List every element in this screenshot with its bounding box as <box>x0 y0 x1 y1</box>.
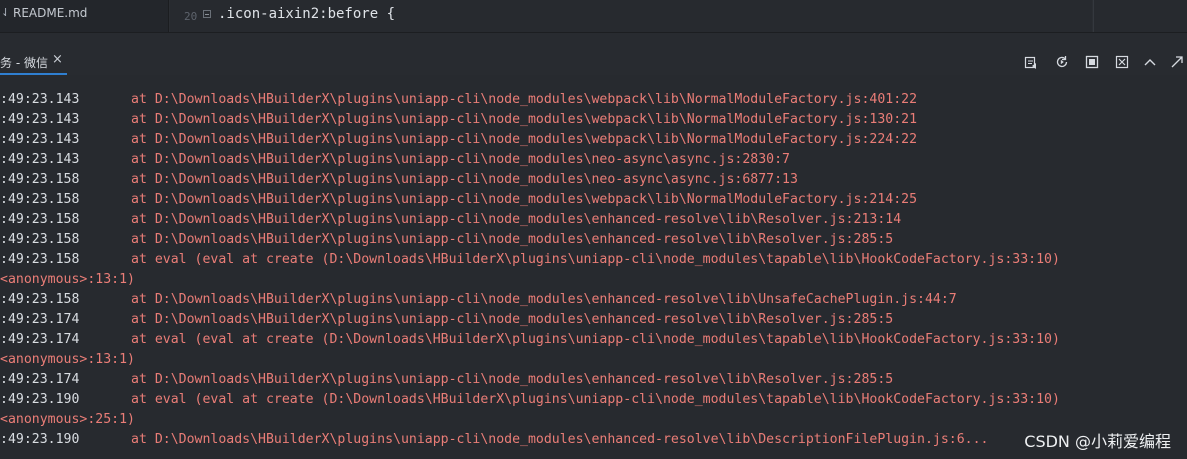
close-icon[interactable]: × <box>52 52 63 67</box>
file-tab-readme[interactable]: ⇃ README.md <box>0 0 169 32</box>
log-continuation-line: <anonymous>:13:1) <box>0 350 1187 370</box>
log-message: at D:\Downloads\HBuilderX\plugins\uniapp… <box>131 432 989 447</box>
collapse-icon[interactable] <box>1143 55 1157 69</box>
log-line: :49:23.158 at D:\Downloads\HBuilderX\plug… <box>0 170 1187 190</box>
log-timestamp: :49:23.158 <box>0 192 80 207</box>
log-line: :49:23.158 at eval (eval at create (D:\Do… <box>0 250 1187 270</box>
log-message: at D:\Downloads\HBuilderX\plugins\uniapp… <box>131 372 894 387</box>
log-line: :49:23.158 at D:\Downloads\HBuilderX\plug… <box>0 210 1187 230</box>
log-line: :49:23.190 at D:\Downloads\HBuilderX\plug… <box>0 430 1187 450</box>
log-line: :49:23.174 at eval (eval at create (D:\Do… <box>0 330 1187 350</box>
log-message: at D:\Downloads\HBuilderX\plugins\uniapp… <box>131 172 798 187</box>
log-line: :49:23.143 at D:\Downloads\HBuilderX\plug… <box>0 130 1187 150</box>
log-timestamp: :49:23.174 <box>0 332 80 347</box>
clear-icon[interactable] <box>1115 55 1129 69</box>
log-line: :49:23.158 at D:\Downloads\HBuilderX\plug… <box>0 190 1187 210</box>
arrow-icon: ⇃ <box>1 6 11 19</box>
log-message: at D:\Downloads\HBuilderX\plugins\uniapp… <box>131 192 918 207</box>
log-timestamp: :49:23.158 <box>0 252 80 267</box>
log-timestamp: :49:23.190 <box>0 432 80 447</box>
log-line: :49:23.174 at D:\Downloads\HBuilderX\plug… <box>0 370 1187 390</box>
log-line: :49:23.143 at D:\Downloads\HBuilderX\plug… <box>0 90 1187 110</box>
log-continuation-line: <anonymous>:25:1) <box>0 410 1187 430</box>
copy-log-icon[interactable] <box>1024 55 1038 69</box>
log-timestamp: :49:23.190 <box>0 392 80 407</box>
log-message: <anonymous>:25:1) <box>0 412 135 427</box>
log-message: at eval (eval at create (D:\Downloads\HB… <box>131 392 1060 407</box>
log-message: at D:\Downloads\HBuilderX\plugins\uniapp… <box>131 292 957 307</box>
watermark: CSDN @小莉爱编程 <box>1024 432 1171 451</box>
code-text: .icon-aixin2:before { <box>218 6 396 22</box>
console-tab-title: 务 - 微信 <box>0 56 48 70</box>
log-message: at D:\Downloads\HBuilderX\plugins\uniapp… <box>131 212 902 227</box>
log-message: at D:\Downloads\HBuilderX\plugins\uniapp… <box>131 232 894 247</box>
file-tab-label: README.md <box>13 6 88 20</box>
log-message: at eval (eval at create (D:\Downloads\HB… <box>131 252 1060 267</box>
fold-toggle-icon[interactable] <box>203 10 211 18</box>
code-line[interactable]: 20 .icon-aixin2:before { <box>170 0 1092 32</box>
log-timestamp: :49:23.143 <box>0 152 80 167</box>
log-timestamp: :49:23.143 <box>0 92 80 107</box>
log-message: <anonymous>:13:1) <box>0 272 135 287</box>
log-message: at D:\Downloads\HBuilderX\plugins\uniapp… <box>131 132 918 147</box>
log-line: :49:23.174 at D:\Downloads\HBuilderX\plug… <box>0 310 1187 330</box>
editor-strip: ⇃ README.md 20 .icon-aixin2:before { <box>0 0 1187 32</box>
log-message: at eval (eval at create (D:\Downloads\HB… <box>131 332 1060 347</box>
active-tab-indicator <box>0 73 67 75</box>
log-timestamp: :49:23.143 <box>0 112 80 127</box>
log-timestamp: :49:23.158 <box>0 212 80 227</box>
log-continuation-line: <anonymous>:13:1) <box>0 270 1187 290</box>
log-message: <anonymous>:13:1) <box>0 352 135 367</box>
maximize-icon[interactable] <box>1170 55 1184 69</box>
console-log-output[interactable]: :49:23.143 at D:\Downloads\HBuilderX\plug… <box>0 90 1187 459</box>
log-message: at D:\Downloads\HBuilderX\plugins\uniapp… <box>131 92 918 107</box>
line-number: 20 <box>184 10 198 23</box>
log-line: :49:23.158 at D:\Downloads\HBuilderX\plug… <box>0 230 1187 250</box>
log-timestamp: :49:23.143 <box>0 132 80 147</box>
log-message: at D:\Downloads\HBuilderX\plugins\uniapp… <box>131 112 918 127</box>
log-message: at D:\Downloads\HBuilderX\plugins\uniapp… <box>131 152 790 167</box>
log-timestamp: :49:23.158 <box>0 172 80 187</box>
log-line: :49:23.158 at D:\Downloads\HBuilderX\plug… <box>0 290 1187 310</box>
log-timestamp: :49:23.174 <box>0 372 80 387</box>
log-timestamp: :49:23.158 <box>0 232 80 247</box>
log-timestamp: :49:23.158 <box>0 292 80 307</box>
stop-icon[interactable] <box>1085 55 1099 69</box>
editor-minimap <box>1093 0 1187 32</box>
log-message: at D:\Downloads\HBuilderX\plugins\uniapp… <box>131 312 894 327</box>
log-timestamp: :49:23.174 <box>0 312 80 327</box>
log-line: :49:23.143 at D:\Downloads\HBuilderX\plug… <box>0 110 1187 130</box>
log-line: :49:23.143 at D:\Downloads\HBuilderX\plug… <box>0 150 1187 170</box>
restart-icon[interactable] <box>1055 55 1069 69</box>
log-line: :49:23.190 at eval (eval at create (D:\Do… <box>0 390 1187 410</box>
console-header: 务 - 微信 × <box>0 32 1187 75</box>
